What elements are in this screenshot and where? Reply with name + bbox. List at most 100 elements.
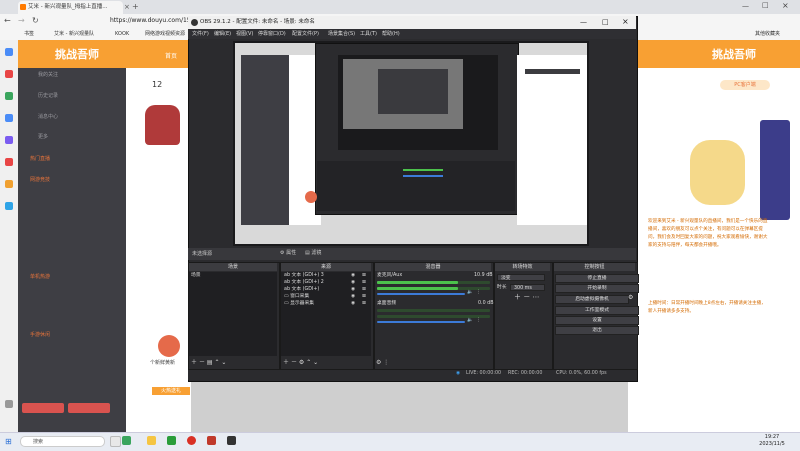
- edge-app-icon[interactable]: [5, 48, 13, 56]
- douyu-logo[interactable]: 挑战吾师: [55, 46, 99, 62]
- other-bookmarks[interactable]: 其他收藏夹: [755, 30, 780, 38]
- lock-icon[interactable]: ⊠: [362, 287, 366, 293]
- app-icon[interactable]: [227, 436, 236, 445]
- gear-icon[interactable]: ⚙: [299, 359, 304, 366]
- menu-edit[interactable]: 编辑(E): [214, 30, 231, 37]
- obs-task-icon[interactable]: [207, 436, 216, 445]
- speaker-icon[interactable]: 🔈: [467, 318, 473, 324]
- menu-profile[interactable]: 配置文件(P): [292, 30, 319, 37]
- sidebar-item[interactable]: 我的关注: [38, 71, 58, 78]
- volume-slider[interactable]: [377, 321, 465, 323]
- volume-slider[interactable]: [377, 293, 465, 295]
- pc-client-badge[interactable]: PC客户端: [720, 80, 770, 90]
- edge-app-icon[interactable]: [5, 180, 13, 188]
- clock[interactable]: 19:27 2023/11/5: [752, 434, 792, 448]
- source-item[interactable]: ab 文本 (GDI+): [284, 287, 319, 293]
- file-explorer-icon[interactable]: [147, 436, 156, 445]
- lock-icon[interactable]: ⊠: [362, 273, 366, 279]
- sidebar-red-button[interactable]: [22, 403, 64, 413]
- menu-view[interactable]: 视图(V): [236, 30, 253, 37]
- eye-icon[interactable]: ◉: [351, 280, 355, 286]
- obs-minimize-icon[interactable]: —: [580, 16, 587, 29]
- obs-close-icon[interactable]: ×: [622, 15, 629, 28]
- edge-app-icon[interactable]: [5, 136, 13, 144]
- close-tab-icon[interactable]: ×: [124, 3, 130, 11]
- virtual-camera-settings-icon[interactable]: ⚙: [628, 295, 633, 301]
- maximize-icon[interactable]: □: [762, 1, 769, 9]
- move-up-icon[interactable]: ⌃: [214, 359, 219, 366]
- sidebar-item[interactable]: 网游竞技: [30, 176, 50, 183]
- edge-app-icon[interactable]: [5, 114, 13, 122]
- edge-app-icon[interactable]: [5, 92, 13, 100]
- menu-file[interactable]: 文件(F): [192, 30, 209, 37]
- forward-icon[interactable]: →: [18, 16, 25, 25]
- close-window-icon[interactable]: ×: [782, 1, 789, 10]
- app-icon[interactable]: [122, 436, 131, 445]
- speaker-icon[interactable]: 🔈: [467, 290, 473, 296]
- sidebar-item[interactable]: 热门直播: [30, 155, 50, 162]
- obs-preview[interactable]: [233, 41, 589, 246]
- exit-button[interactable]: 退出: [555, 326, 639, 335]
- gear-icon[interactable]: ⋮: [476, 290, 481, 296]
- url-field[interactable]: https://www.douyu.com/1526...: [110, 16, 204, 26]
- gift-button[interactable]: 火热送礼: [152, 387, 190, 395]
- source-item[interactable]: ab 文本 (GDI+) 2: [284, 280, 324, 286]
- edge-app-icon[interactable]: [5, 158, 13, 166]
- obs-maximize-icon[interactable]: □: [602, 16, 609, 29]
- filter-icon[interactable]: ▤: [207, 359, 213, 366]
- bookmark-item[interactable]: 书签: [24, 30, 34, 38]
- sidebar-item[interactable]: 更多: [38, 133, 48, 140]
- lock-icon[interactable]: ⊠: [362, 294, 366, 300]
- back-icon[interactable]: ←: [4, 16, 11, 25]
- mixer-settings-icon[interactable]: ⚙ ⋮: [376, 360, 389, 366]
- add-icon[interactable]: ＋: [191, 359, 197, 366]
- studio-mode-button[interactable]: 工作室模式: [555, 306, 639, 315]
- reload-icon[interactable]: ↻: [32, 16, 39, 25]
- remove-icon[interactable]: －: [291, 359, 297, 366]
- source-item[interactable]: ab 文本 (GDI+) 3: [284, 273, 324, 279]
- menu-scene-collection[interactable]: 场景集合(S): [328, 30, 355, 37]
- douyu-home-link[interactable]: 首页: [165, 51, 177, 60]
- edge-add-icon[interactable]: [5, 400, 13, 408]
- eye-icon[interactable]: ◉: [351, 294, 355, 300]
- sidebar-item[interactable]: 手游休闲: [30, 331, 50, 338]
- minimize-icon[interactable]: —: [742, 2, 749, 10]
- edge-app-icon[interactable]: [5, 70, 13, 78]
- lock-icon[interactable]: ⊠: [362, 301, 366, 307]
- browser-tab[interactable]: 艾米 - 新兴观量队_拇指上直播...: [18, 1, 123, 14]
- menu-tools[interactable]: 工具(T): [360, 30, 377, 37]
- side-promo-banner[interactable]: [760, 120, 790, 220]
- stop-streaming-button[interactable]: 停止直播: [555, 274, 639, 283]
- gear-icon[interactable]: ⋮: [476, 318, 481, 324]
- move-down-icon[interactable]: ⌄: [313, 359, 318, 366]
- source-item[interactable]: ▭ 显示器采集: [284, 301, 314, 307]
- add-icon[interactable]: ＋: [514, 293, 521, 301]
- chrome-icon[interactable]: [187, 436, 196, 445]
- sidebar-item[interactable]: 消息中心: [38, 113, 58, 120]
- scene-item[interactable]: 场景: [191, 273, 201, 279]
- filters-button[interactable]: ▤ 滤镜: [305, 249, 321, 256]
- eye-icon[interactable]: ◉: [351, 301, 355, 307]
- sidebar-red-button[interactable]: [68, 403, 110, 413]
- properties-button[interactable]: ⚙ 属性: [280, 249, 296, 256]
- xbox-icon[interactable]: [167, 436, 176, 445]
- taskbar-search[interactable]: 搜索: [20, 436, 105, 447]
- eye-icon[interactable]: ◉: [351, 273, 355, 279]
- new-tab-icon[interactable]: +: [132, 2, 139, 11]
- lock-icon[interactable]: ⊠: [362, 280, 366, 286]
- start-recording-button[interactable]: 开始录制: [555, 284, 639, 293]
- move-down-icon[interactable]: ⌄: [221, 359, 226, 366]
- menu-help[interactable]: 帮助(H): [382, 30, 400, 37]
- edge-app-icon[interactable]: [5, 202, 13, 210]
- sidebar-item[interactable]: 单机热游: [30, 273, 50, 280]
- eye-icon[interactable]: ◉: [351, 287, 355, 293]
- duration-input[interactable]: 300 ms: [510, 284, 545, 291]
- add-icon[interactable]: ＋: [283, 359, 289, 366]
- bookmark-item[interactable]: 艾米 - 新兴观量队: [54, 30, 94, 38]
- start-virtual-camera-button[interactable]: 启动虚拟摄像机: [555, 295, 629, 304]
- task-view-icon[interactable]: [110, 436, 121, 447]
- bookmark-item[interactable]: KOOK: [115, 30, 129, 38]
- remove-icon[interactable]: －: [199, 359, 205, 366]
- source-item[interactable]: ▭ 窗口采集: [284, 294, 309, 300]
- settings-button[interactable]: 设置: [555, 316, 639, 325]
